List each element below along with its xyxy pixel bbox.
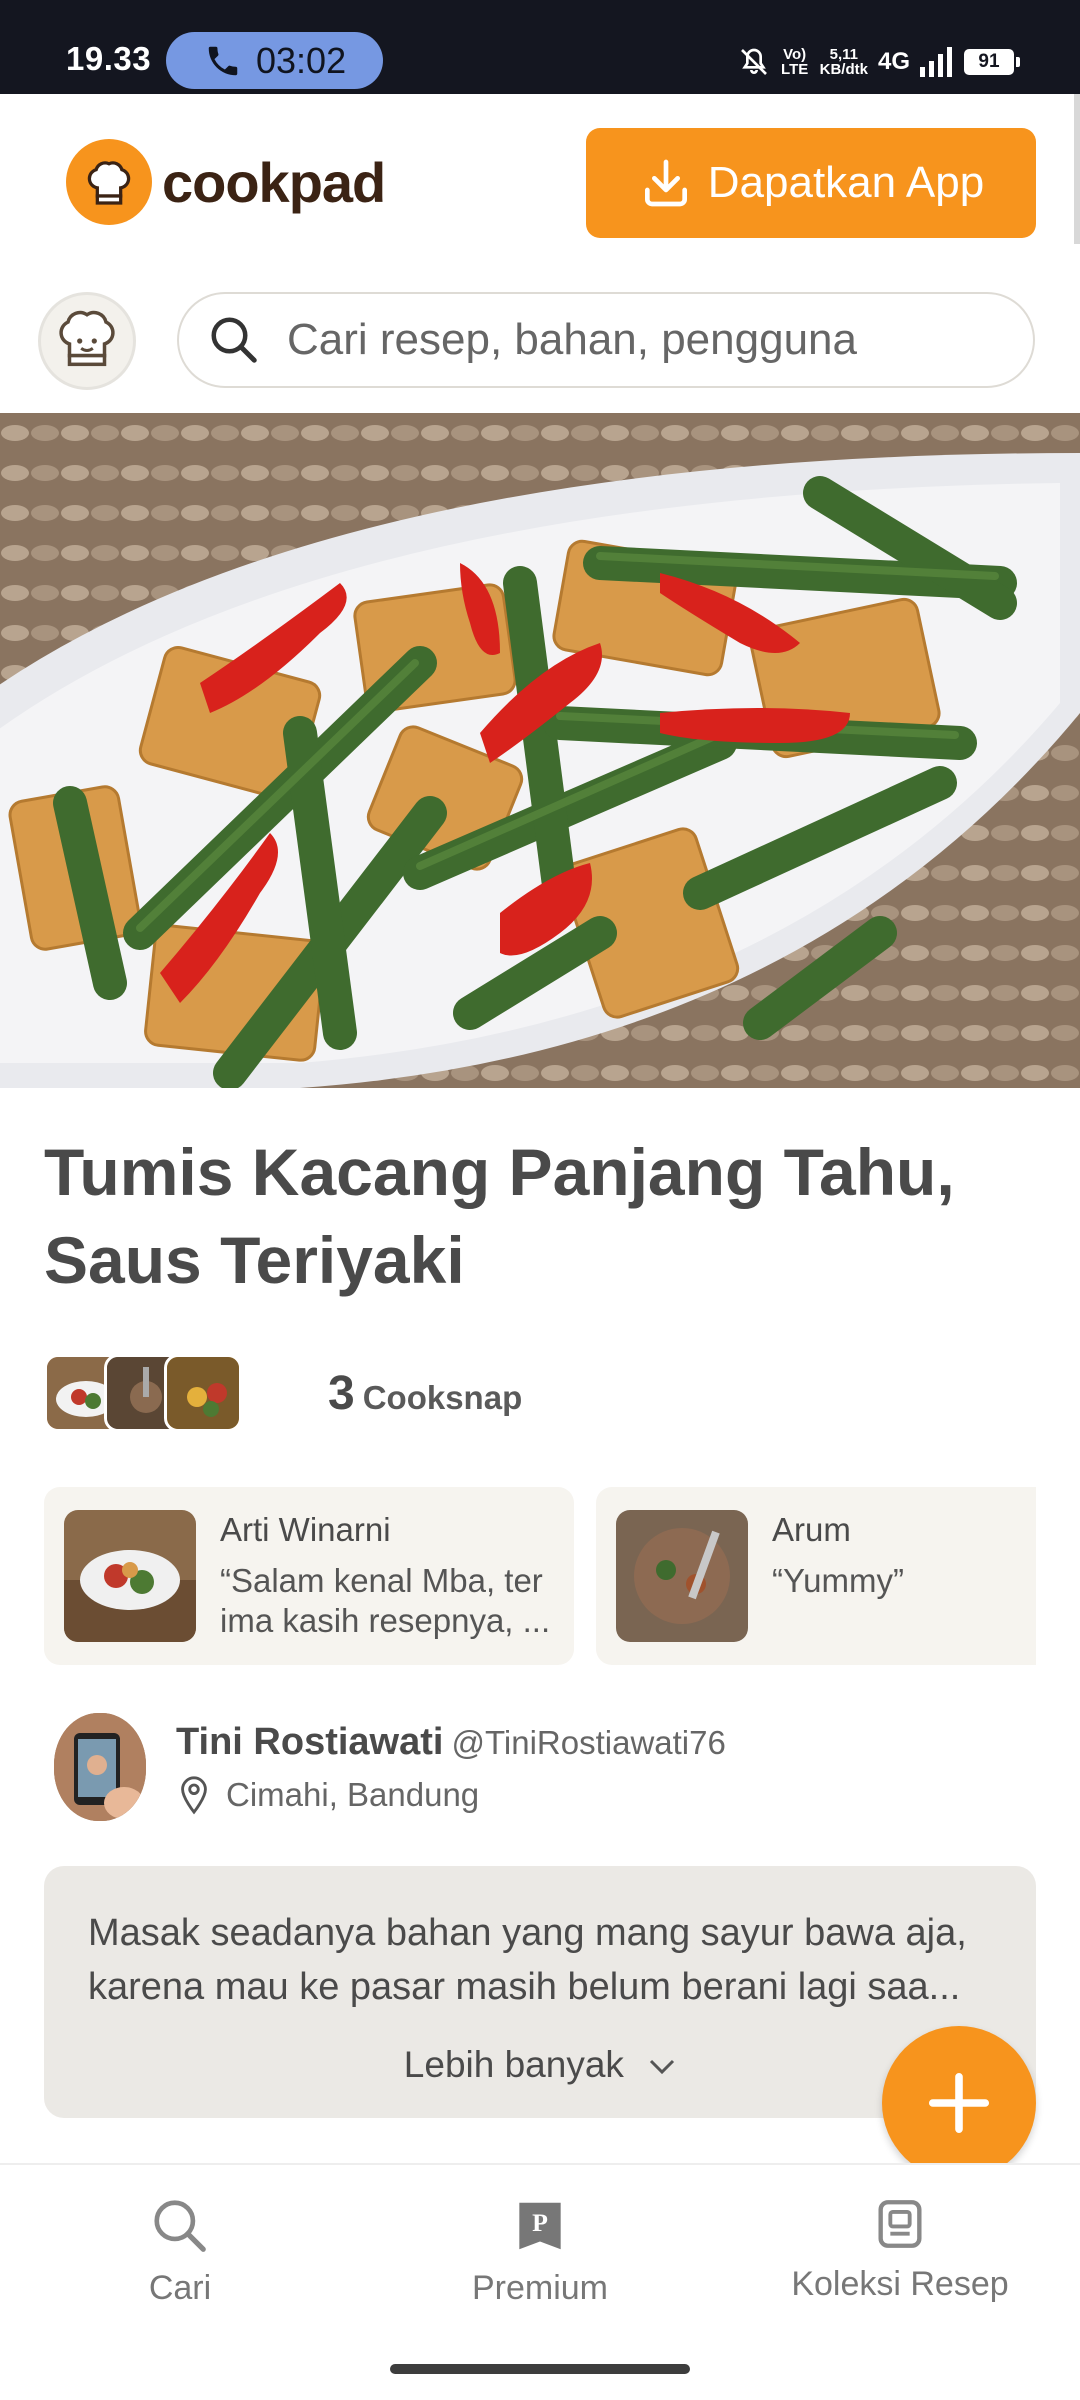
logo-text: cookpad	[162, 150, 386, 214]
author-location: Cimahi, Bandung	[176, 1775, 479, 1815]
premium-icon: P	[519, 2202, 561, 2250]
chef-avatar-icon	[59, 310, 115, 367]
cooksnap-carousel[interactable]: Arti Winarni “Salam kenal Mba, ter ima k…	[44, 1487, 1036, 1665]
show-more-label: Lebih banyak	[403, 2044, 624, 2085]
cooksnap-thumbnails	[44, 1354, 242, 1432]
chevron-down-icon	[650, 2060, 675, 2075]
cookpad-logo[interactable]: cookpad	[66, 139, 386, 225]
cooksnap-author: Arum	[772, 1511, 851, 1548]
chef-hat-logo-icon	[66, 139, 152, 225]
cooksnap-comment: “Salam kenal Mba, ter ima kasih resepnya…	[220, 1562, 551, 1639]
get-app-button[interactable]: Dapatkan App	[586, 128, 1036, 238]
recipe-title: Tumis Kacang Panjang Tahu, Saus Teriyaki	[44, 1135, 955, 1297]
search-icon	[211, 317, 257, 363]
network-type: 4G	[877, 48, 910, 75]
author-handle: @TiniRostiawati76	[451, 1724, 726, 1761]
search-icon	[154, 2200, 206, 2252]
cooksnap-card[interactable]: Arti Winarni “Salam kenal Mba, ter ima k…	[44, 1487, 574, 1665]
recipe-photo[interactable]	[0, 413, 1080, 1088]
status-icons: Vo) LTE 5,11 KB/dtk 4G 91	[738, 38, 1020, 86]
cooksnap-card-photo	[64, 1510, 196, 1642]
phone-icon	[208, 46, 238, 75]
call-timer: 03:02	[256, 39, 347, 81]
search-input[interactable]	[287, 315, 987, 365]
nav-premium[interactable]: P Premium	[390, 2195, 690, 2308]
ongoing-call-pill[interactable]: 03:02	[166, 32, 383, 89]
nav-premium-label: Premium	[471, 2269, 609, 2307]
nav-recipe-collection[interactable]: Koleksi Resep	[750, 2195, 1050, 2304]
network-speed-unit: KB/dtk	[819, 61, 868, 78]
description-text: Masak seadanya bahan yang mang sayur baw…	[88, 1912, 967, 2008]
svg-text:P: P	[532, 2208, 548, 2237]
nav-recipe-collection-label: Koleksi Resep	[791, 2265, 1009, 2303]
signal-icon	[920, 47, 952, 77]
search-bar[interactable]	[177, 292, 1035, 388]
get-app-label: Dapatkan App	[707, 158, 985, 207]
recipe-photo-illustration	[0, 413, 1080, 1088]
author-name-line: Tini Rostiawati @TiniRostiawati76	[176, 1721, 726, 1764]
download-icon	[644, 159, 687, 207]
author-location-text: Cimahi, Bandung	[226, 1776, 480, 1813]
author-avatar[interactable]	[54, 1713, 146, 1821]
status-bar: 19.33 03:02 Vo) LTE 5,11 KB/dtk 4G 91	[0, 0, 1080, 94]
cooksnap-label: Cooksnap	[362, 1379, 523, 1416]
location-pin-icon	[181, 1776, 207, 1815]
author-name[interactable]: Tini Rostiawati	[176, 1721, 443, 1763]
volte-indicator: Vo) LTE	[781, 46, 809, 78]
cooksnap-summary[interactable]: 3 Cooksnap	[44, 1353, 522, 1433]
cooksnap-card-photo	[616, 1510, 748, 1642]
app-header: cookpad Dapatkan App	[0, 94, 1080, 264]
battery-indicator: 91	[964, 49, 1020, 75]
status-time: 19.33	[66, 40, 152, 77]
cooksnap-author: Arti Winarni	[220, 1511, 391, 1548]
cooksnap-thumbnail	[164, 1354, 242, 1432]
mute-bell-icon	[740, 48, 767, 75]
cooksnap-count: 3	[328, 1366, 355, 1420]
plus-icon	[928, 2072, 990, 2134]
home-indicator[interactable]	[390, 2364, 690, 2374]
cooksnap-card[interactable]: Arum “Yummy”	[596, 1487, 1036, 1665]
user-avatar[interactable]	[38, 292, 136, 390]
scrollbar[interactable]	[1074, 94, 1080, 244]
nav-search[interactable]: Cari	[30, 2195, 330, 2308]
cooksnap-comment: “Yummy”	[772, 1562, 904, 1599]
network-speed: 5,11 KB/dtk	[820, 47, 868, 77]
recipe-collection-icon	[878, 2200, 922, 2248]
add-button[interactable]	[882, 2026, 1036, 2180]
recipe-author[interactable]: Tini Rostiawati @TiniRostiawati76 Cimahi,…	[54, 1713, 1044, 1821]
nav-search-label: Cari	[148, 2269, 212, 2307]
search-row	[0, 290, 1080, 390]
